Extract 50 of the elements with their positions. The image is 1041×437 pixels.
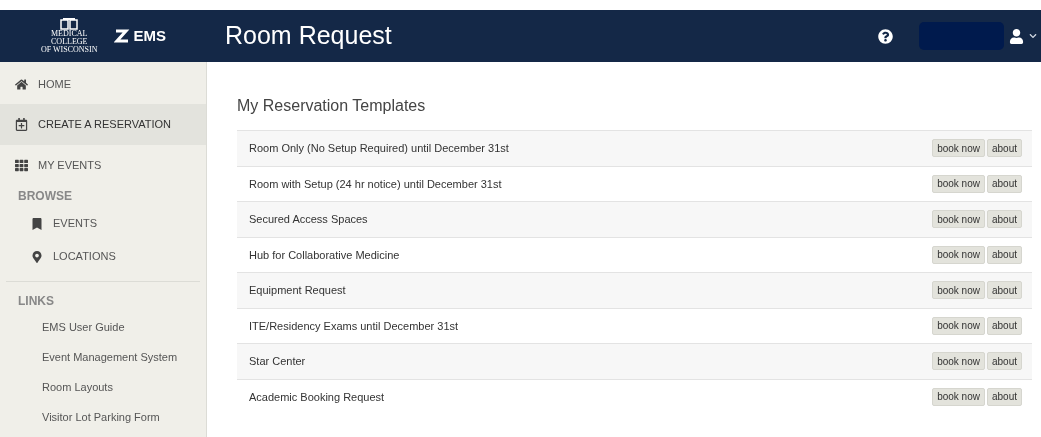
about-button[interactable]: about xyxy=(986,387,1022,406)
nav-item[interactable]: MY EVENTS xyxy=(0,145,206,185)
map-pin-icon xyxy=(31,250,43,263)
about-button[interactable]: about xyxy=(986,245,1022,264)
help-icon[interactable] xyxy=(878,28,893,44)
book-now-button[interactable]: book now xyxy=(932,245,985,264)
template-name: Academic Booking Request xyxy=(249,389,385,405)
calendar-icon xyxy=(15,118,28,131)
book-now-button[interactable]: book now xyxy=(932,387,985,406)
template-name: Equipment Request xyxy=(249,283,346,298)
home-icon xyxy=(15,77,28,91)
template-name: ITE/Residency Exams until December 31st xyxy=(249,318,459,334)
about-button[interactable]: about xyxy=(986,139,1022,158)
chevron-down-icon[interactable] xyxy=(1029,32,1037,40)
template-name: Hub for Collaborative Medicine xyxy=(249,247,400,263)
about-button[interactable]: about xyxy=(986,210,1022,229)
section-heading: My Reservation Templates xyxy=(237,96,427,116)
browse-heading: BROWSE xyxy=(17,188,73,205)
nav-item[interactable]: EVENTS xyxy=(0,207,206,240)
template-name: Room Only (No Setup Required) until December 31st xyxy=(249,141,509,156)
template-name: Star Center xyxy=(249,354,306,369)
nav-item[interactable]: CREATE A RESERVATION xyxy=(0,104,206,145)
user-icon[interactable] xyxy=(1009,28,1024,44)
book-now-button[interactable]: book now xyxy=(932,352,985,371)
links-heading: LINKS xyxy=(17,293,55,310)
bookmark-icon xyxy=(31,217,43,230)
book-now-button[interactable]: book now xyxy=(932,316,985,335)
book-icon xyxy=(60,18,79,30)
sidebar-link[interactable]: Visitor Lot Parking Form xyxy=(42,408,160,426)
about-button[interactable]: about xyxy=(986,281,1022,300)
about-button[interactable]: about xyxy=(986,316,1022,335)
template-name: Secured Access Spaces xyxy=(249,212,368,227)
book-now-button[interactable]: book now xyxy=(932,281,985,300)
nav-item[interactable]: LOCATIONS xyxy=(0,240,206,273)
logo-text: COLLEGE xyxy=(51,38,88,46)
sidebar-link[interactable]: EMS User Guide xyxy=(42,318,125,336)
about-button[interactable]: about xyxy=(986,174,1022,193)
nav-item[interactable]: HOME xyxy=(0,64,206,104)
page-title: Room Request xyxy=(225,20,392,52)
brand-name: EMS xyxy=(133,25,166,46)
template-name: Room with Setup (24 hr notice) until December 31st xyxy=(249,176,502,192)
book-now-button[interactable]: book now xyxy=(932,174,985,193)
sidebar-link[interactable]: Event Management System xyxy=(42,348,178,366)
book-now-button[interactable]: book now xyxy=(932,210,985,229)
book-now-button[interactable]: book now xyxy=(932,139,985,158)
logo-text: MEDICAL xyxy=(51,30,88,38)
grid-icon xyxy=(15,158,28,172)
about-button[interactable]: about xyxy=(986,352,1022,371)
logo-text: OF WISCONSIN xyxy=(40,46,98,54)
sidebar-link[interactable]: Room Layouts xyxy=(42,378,113,396)
